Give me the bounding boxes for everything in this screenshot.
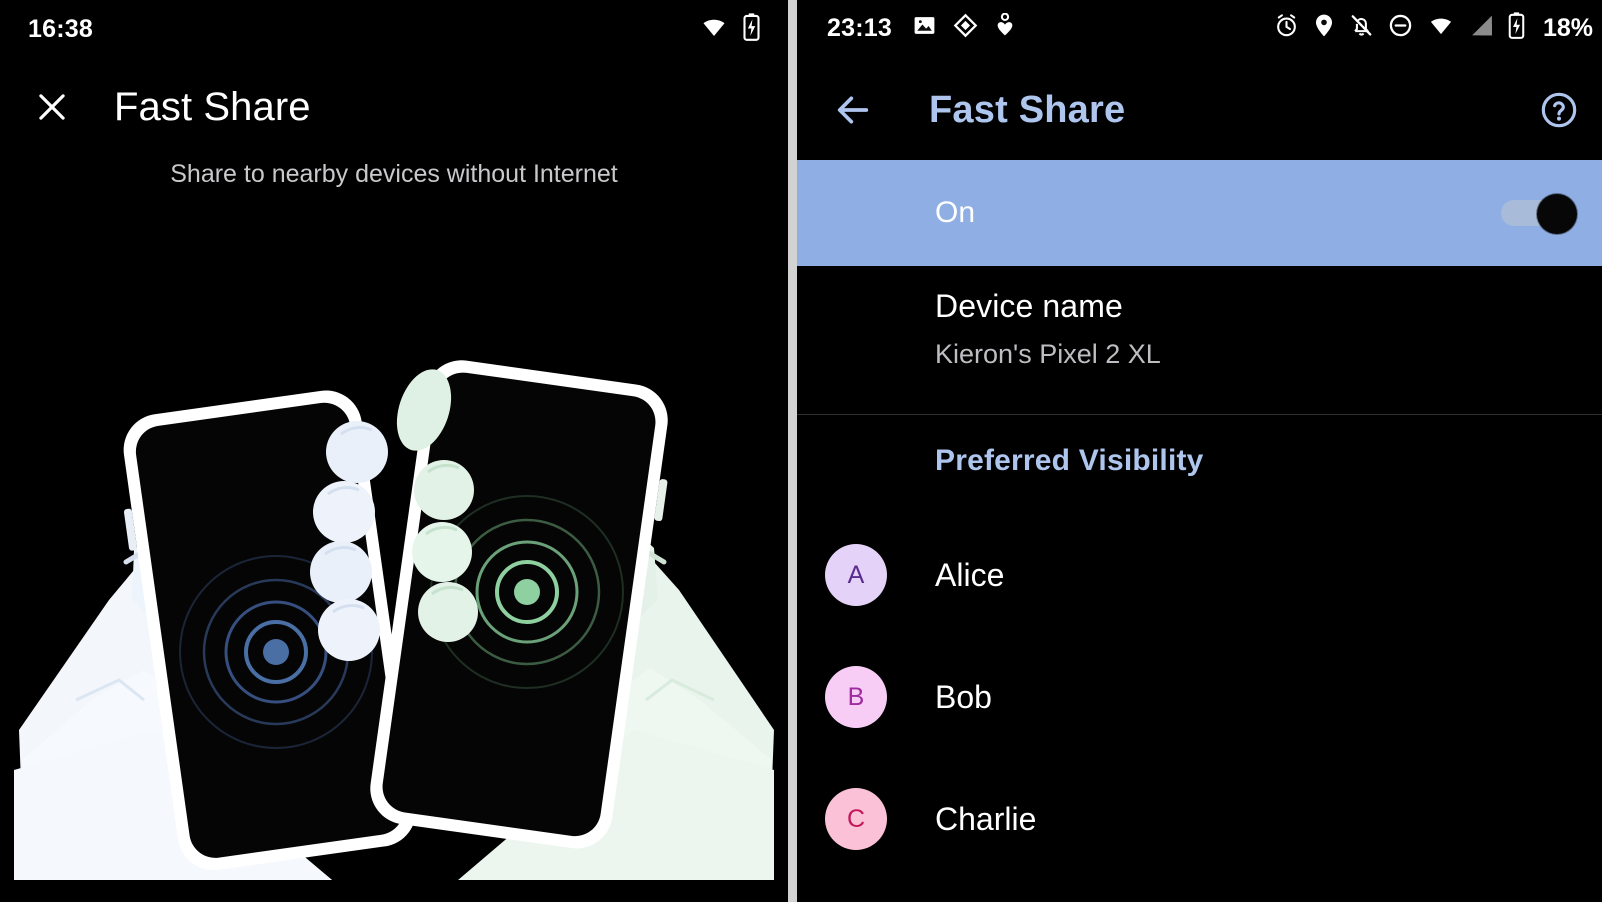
diamond-icon xyxy=(953,13,978,43)
close-button[interactable] xyxy=(24,79,80,135)
image-icon xyxy=(912,13,937,43)
fast-share-toggle-row[interactable]: On xyxy=(797,160,1602,266)
alarm-icon xyxy=(1274,13,1299,43)
back-button[interactable] xyxy=(827,84,879,136)
location-icon xyxy=(1313,13,1335,43)
contact-row-charlie[interactable]: C Charlie xyxy=(797,776,1602,862)
avatar: A xyxy=(825,544,887,606)
contact-name: Bob xyxy=(935,678,992,715)
status-notification-icons xyxy=(912,12,1016,43)
status-clock: 23:13 xyxy=(827,13,892,42)
back-arrow-icon xyxy=(837,96,869,124)
help-button[interactable] xyxy=(1533,84,1585,136)
device-name-label: Device name xyxy=(935,288,1123,324)
notifications-off-icon xyxy=(1349,13,1374,43)
fast-share-switch[interactable] xyxy=(1501,194,1577,234)
right-page-title: Fast Share xyxy=(929,88,1126,131)
left-phone-screen: 16:38 Fast Share Share to nearby devices… xyxy=(0,0,788,902)
preferred-visibility-header: Preferred Visibility xyxy=(935,444,1204,477)
help-circle-icon xyxy=(1541,92,1577,128)
wifi-icon xyxy=(699,15,729,44)
section-divider xyxy=(797,414,1602,415)
battery-charging-icon xyxy=(1508,12,1525,44)
device-name-value: Kieron's Pixel 2 XL xyxy=(935,339,1161,369)
device-name-row[interactable]: Device name Kieron's Pixel 2 XL xyxy=(797,288,1602,370)
status-icons-group xyxy=(699,12,760,46)
left-app-bar: Fast Share xyxy=(0,74,788,140)
toggle-state-label: On xyxy=(935,196,976,229)
do-not-disturb-icon xyxy=(1388,13,1413,43)
contact-row-alice[interactable]: A Alice xyxy=(797,532,1602,618)
status-clock: 16:38 xyxy=(28,14,93,43)
left-status-bar: 16:38 xyxy=(0,0,788,58)
contact-name: Alice xyxy=(935,556,1005,593)
battery-charging-icon xyxy=(743,12,760,46)
dual-screenshot-container: 16:38 Fast Share Share to nearby devices… xyxy=(0,0,1602,902)
left-subtitle: Share to nearby devices without Internet xyxy=(170,160,618,188)
battery-percent-label: 18% xyxy=(1542,13,1593,42)
left-page-title: Fast Share xyxy=(114,84,311,129)
heart-person-icon xyxy=(994,12,1016,43)
avatar: B xyxy=(825,666,887,728)
panel-divider xyxy=(788,0,797,902)
close-icon xyxy=(39,94,65,120)
contact-name: Charlie xyxy=(935,800,1037,837)
signal-icon xyxy=(1469,14,1494,42)
right-phone-screen: 23:13 18% Fast Share On Device name Kier… xyxy=(797,0,1602,902)
contact-row-bob[interactable]: B Bob xyxy=(797,654,1602,740)
right-status-bar: 23:13 18% xyxy=(797,0,1602,56)
right-app-bar: Fast Share xyxy=(797,72,1602,148)
status-system-icons: 18% xyxy=(1274,12,1593,44)
switch-thumb xyxy=(1537,194,1577,234)
avatar: C xyxy=(825,788,887,850)
two-phones-sharing-illustration xyxy=(14,360,774,880)
wifi-icon xyxy=(1427,14,1455,42)
